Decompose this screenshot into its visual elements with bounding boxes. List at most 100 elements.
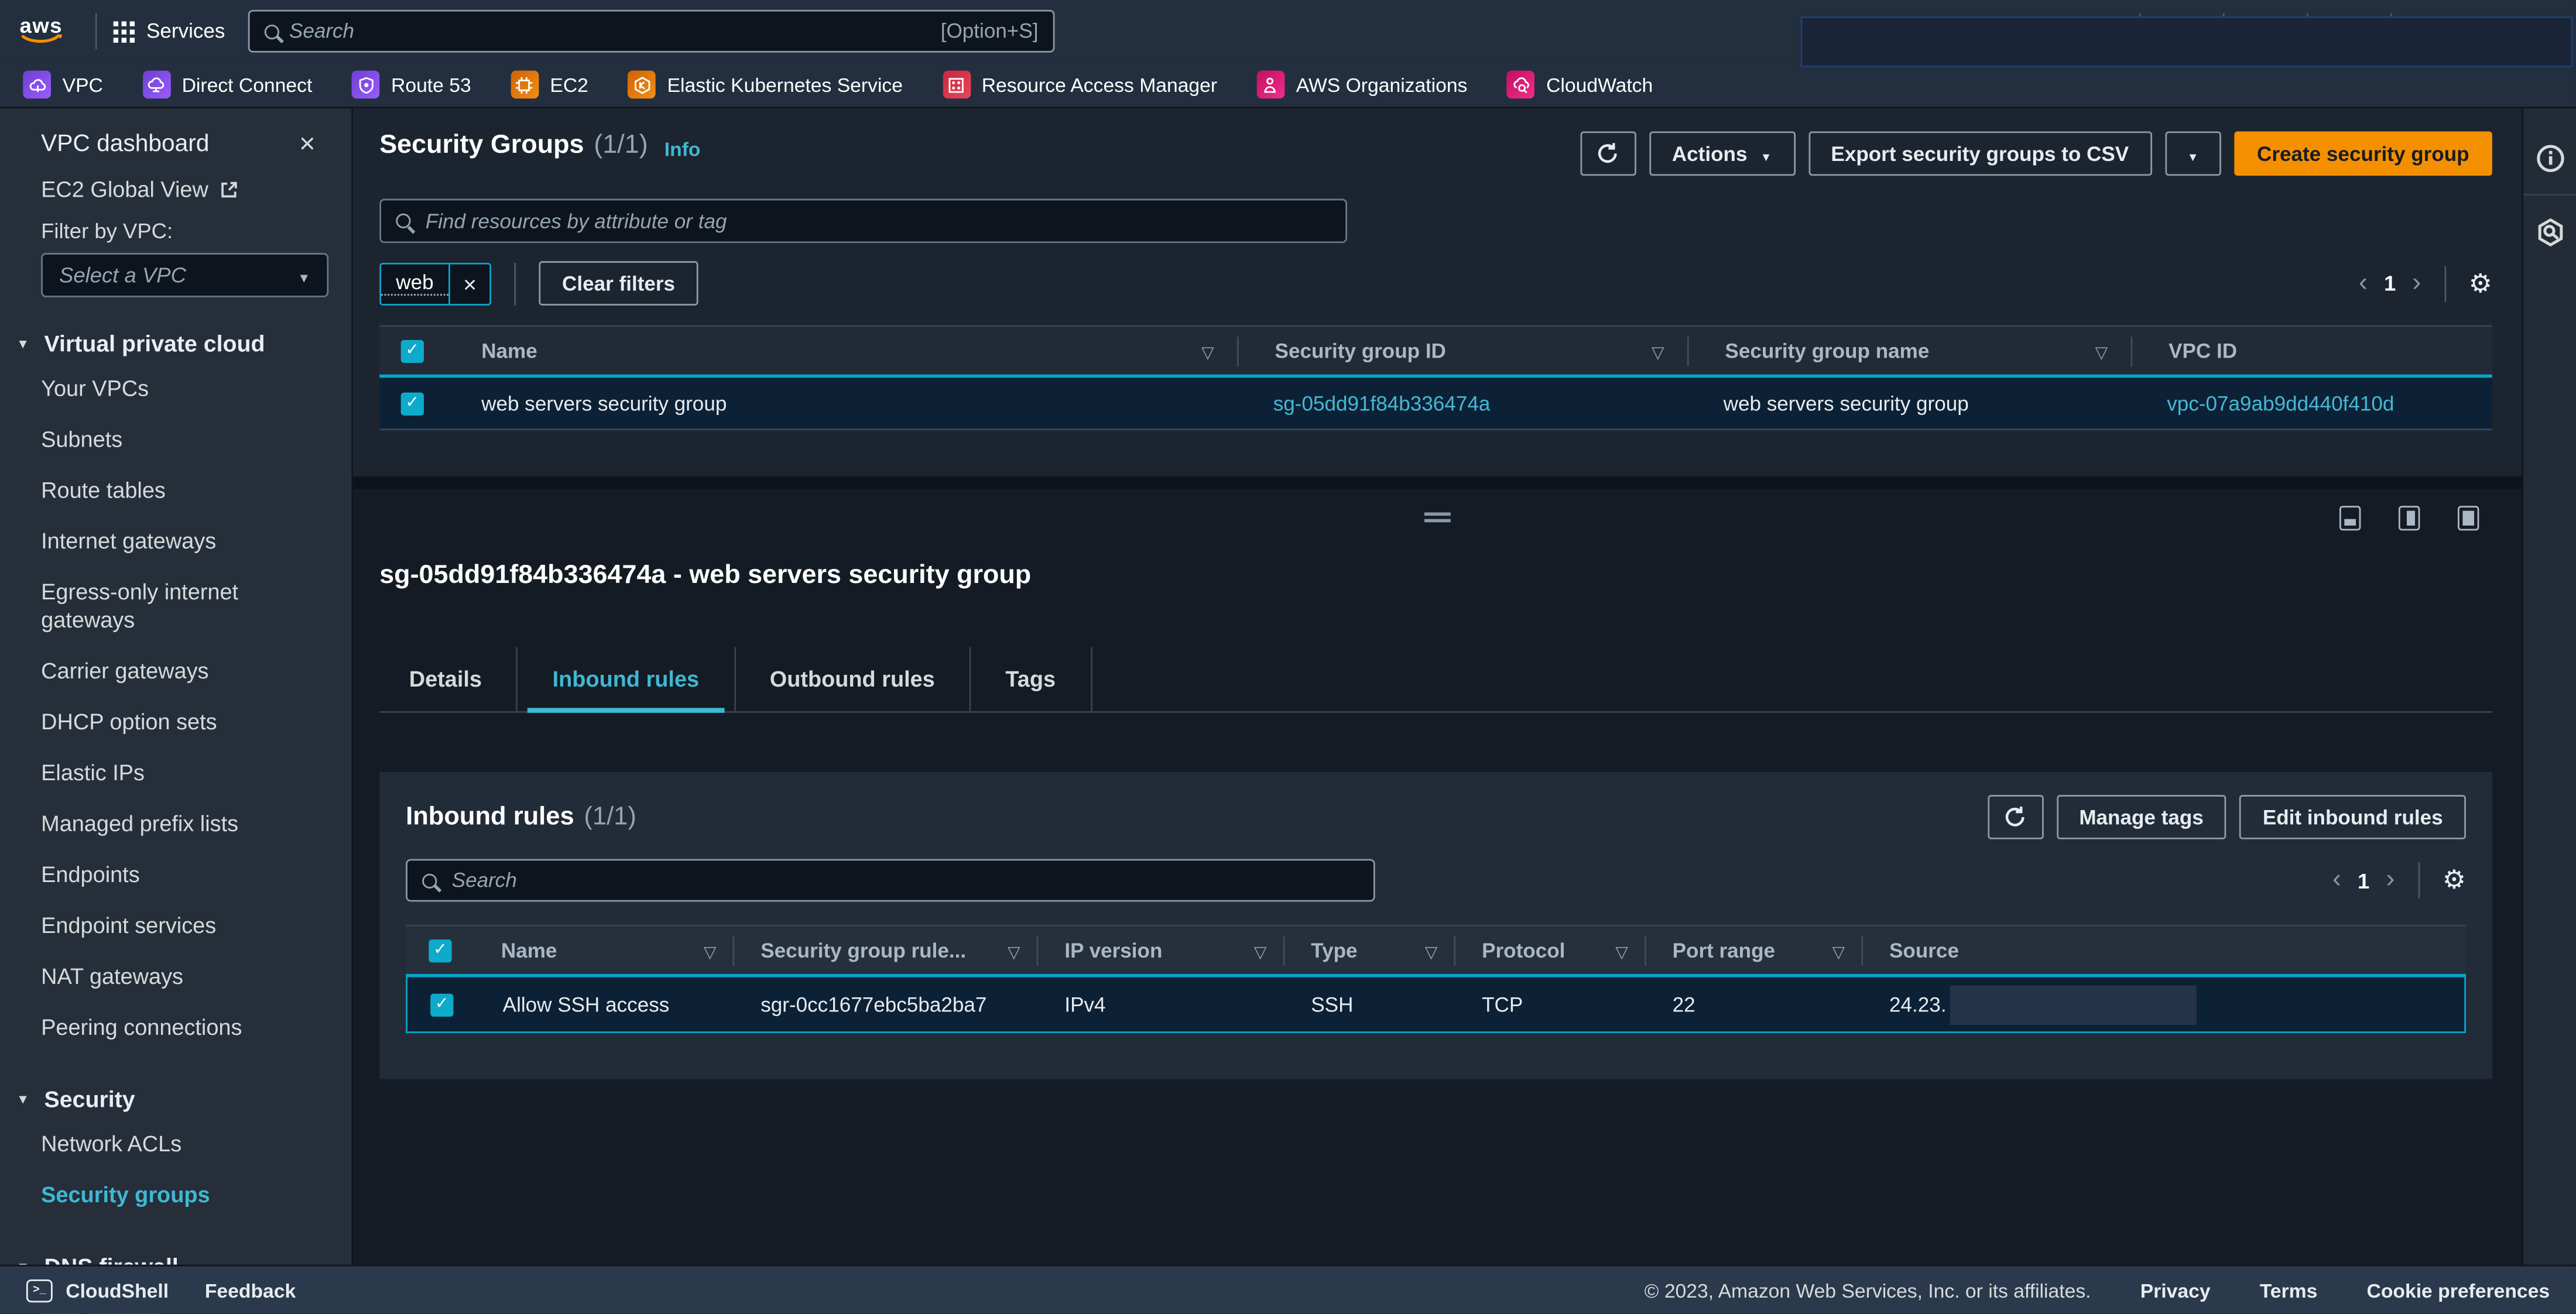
refresh-button[interactable]: [1580, 131, 1636, 176]
tab-inbound-rules[interactable]: Inbound rules: [516, 647, 734, 711]
footer-cloudshell[interactable]: >_ CloudShell: [26, 1279, 169, 1302]
filter-icon[interactable]: [1832, 939, 1845, 962]
filter-icon[interactable]: [2095, 339, 2108, 362]
page-next-icon[interactable]: ›: [2412, 270, 2421, 297]
table-row-selected[interactable]: web servers security group sg-05dd91f84b…: [379, 375, 2492, 430]
column-header-protocol[interactable]: Protocol: [1454, 935, 1645, 965]
inbound-refresh-button[interactable]: [1987, 795, 2043, 839]
page-next-icon[interactable]: ›: [2386, 867, 2395, 894]
inbound-rule-row-selected[interactable]: Allow SSH access sgr-0cc1677ebc5ba2ba7 I…: [406, 974, 2466, 1033]
close-icon[interactable]: ×: [299, 136, 316, 153]
column-header-name[interactable]: Name: [475, 935, 733, 965]
remove-filter-icon[interactable]: ×: [448, 263, 490, 303]
cell-sg-id-link[interactable]: sg-05dd91f84b336474a: [1237, 392, 1687, 414]
page-prev-icon[interactable]: ‹: [2359, 270, 2368, 297]
row-checkbox[interactable]: [430, 993, 453, 1015]
edit-inbound-rules-button[interactable]: Edit inbound rules: [2240, 795, 2466, 839]
filter-icon[interactable]: [1201, 339, 1214, 362]
filter-icon[interactable]: [1652, 339, 1664, 362]
sidebar-item-dhcp[interactable]: DHCP option sets: [0, 697, 352, 747]
info-link[interactable]: Info: [664, 138, 701, 161]
split-pane-divider[interactable]: [353, 476, 2522, 489]
sidebar-item-subnets[interactable]: Subnets: [0, 414, 352, 465]
global-search-input[interactable]: [279, 20, 941, 43]
sidebar-item-internet-gateways[interactable]: Internet gateways: [0, 516, 352, 567]
services-menu[interactable]: Services: [114, 20, 225, 43]
amazon-q-panel-button[interactable]: [2523, 202, 2576, 261]
sidebar-item-route-tables[interactable]: Route tables: [0, 465, 352, 516]
page-number[interactable]: 1: [2358, 868, 2369, 893]
sidebar-item-your-vpcs[interactable]: Your VPCs: [0, 363, 352, 414]
select-all-checkbox[interactable]: [429, 939, 451, 962]
sidebar-item-egress-only[interactable]: Egress-only internet gateways: [0, 567, 296, 646]
tab-details[interactable]: Details: [379, 647, 516, 711]
sidebar-item-endpoint-services[interactable]: Endpoint services: [0, 900, 352, 951]
vpc-select[interactable]: Select a VPC: [41, 253, 328, 297]
layout-full-icon[interactable]: [2458, 506, 2479, 530]
sidebar-item-carrier-gateways[interactable]: Carrier gateways: [0, 646, 352, 697]
row-checkbox[interactable]: [401, 392, 424, 414]
export-csv-button[interactable]: Export security groups to CSV: [1808, 131, 2152, 176]
sidebar-item-elastic-ips[interactable]: Elastic IPs: [0, 747, 352, 798]
sidebar-item-nat-gateways[interactable]: NAT gateways: [0, 951, 352, 1002]
sidebar-section-vpc[interactable]: Virtual private cloud: [0, 297, 352, 363]
table-settings-icon[interactable]: [2443, 864, 2466, 897]
sidebar-item-managed-prefix-lists[interactable]: Managed prefix lists: [0, 798, 352, 849]
favorite-cloudwatch[interactable]: CloudWatch: [1507, 71, 1653, 99]
inbound-search-field[interactable]: [406, 859, 1375, 902]
footer-privacy-link[interactable]: Privacy: [2140, 1279, 2211, 1302]
actions-button[interactable]: Actions: [1649, 131, 1795, 176]
tab-tags[interactable]: Tags: [970, 647, 1092, 711]
sidebar-item-network-acls[interactable]: Network ACLs: [0, 1119, 352, 1169]
filter-icon[interactable]: [1254, 939, 1267, 962]
favorite-organizations[interactable]: AWS Organizations: [1256, 71, 1467, 99]
favorite-direct-connect[interactable]: Direct Connect: [142, 71, 312, 99]
column-header-sg-name[interactable]: Security group name: [1687, 336, 2131, 366]
favorite-eks[interactable]: Elastic Kubernetes Service: [628, 71, 903, 99]
aws-logo[interactable]: aws: [20, 16, 63, 46]
find-resources-field[interactable]: [379, 199, 1347, 243]
footer-terms-link[interactable]: Terms: [2260, 1279, 2318, 1302]
footer-feedback[interactable]: Feedback: [205, 1279, 296, 1302]
page-number[interactable]: 1: [2384, 271, 2396, 296]
column-header-source[interactable]: Source: [1861, 935, 2466, 965]
favorite-ec2[interactable]: EC2: [511, 71, 588, 99]
column-header-type[interactable]: Type: [1283, 935, 1454, 965]
column-header-sg-id[interactable]: Security group ID: [1237, 336, 1687, 366]
favorite-ram[interactable]: Resource Access Manager: [942, 71, 1217, 99]
column-header-ip-version[interactable]: IP version: [1037, 935, 1283, 965]
select-all-checkbox[interactable]: [401, 339, 424, 362]
filter-icon[interactable]: [704, 939, 717, 962]
sidebar-title[interactable]: VPC dashboard: [41, 131, 209, 157]
page-prev-icon[interactable]: ‹: [2332, 867, 2341, 894]
sidebar-item-security-groups[interactable]: Security groups: [0, 1169, 352, 1220]
drag-handle-icon[interactable]: [1424, 509, 1451, 526]
favorite-route53[interactable]: Route 53: [352, 71, 471, 99]
filter-icon[interactable]: [1008, 939, 1020, 962]
manage-tags-button[interactable]: Manage tags: [2056, 795, 2226, 839]
sidebar-item-ec2-global-view[interactable]: EC2 Global View: [0, 157, 352, 202]
tab-outbound-rules[interactable]: Outbound rules: [734, 647, 970, 711]
cell-vpc-id-link[interactable]: vpc-07a9ab9dd440f410d: [2131, 392, 2492, 414]
layout-bottom-icon[interactable]: [2339, 506, 2361, 530]
info-panel-button[interactable]: [2523, 128, 2576, 187]
find-resources-input[interactable]: [422, 208, 1331, 234]
filter-icon[interactable]: [1425, 939, 1438, 962]
export-split-button[interactable]: [2165, 131, 2221, 176]
global-search[interactable]: [Option+S]: [248, 10, 1055, 53]
filter-icon[interactable]: [1615, 939, 1628, 962]
column-header-vpc-id[interactable]: VPC ID: [2131, 336, 2492, 366]
column-header-port-range[interactable]: Port range: [1645, 935, 1861, 965]
filter-chip-web[interactable]: web ×: [379, 262, 491, 305]
create-security-group-button[interactable]: Create security group: [2234, 131, 2492, 176]
layout-side-icon[interactable]: [2399, 506, 2420, 530]
sidebar-item-peering-connections[interactable]: Peering connections: [0, 1002, 352, 1053]
column-header-name[interactable]: Name: [445, 336, 1237, 366]
column-header-rule-id[interactable]: Security group rule...: [733, 935, 1037, 965]
favorite-vpc[interactable]: VPC: [23, 71, 103, 99]
inbound-search-input[interactable]: [448, 867, 1359, 894]
table-settings-icon[interactable]: [2469, 267, 2492, 300]
footer-cookie-preferences-link[interactable]: Cookie preferences: [2367, 1279, 2550, 1302]
sidebar-section-security[interactable]: Security: [0, 1053, 352, 1119]
sidebar-item-endpoints[interactable]: Endpoints: [0, 849, 352, 900]
